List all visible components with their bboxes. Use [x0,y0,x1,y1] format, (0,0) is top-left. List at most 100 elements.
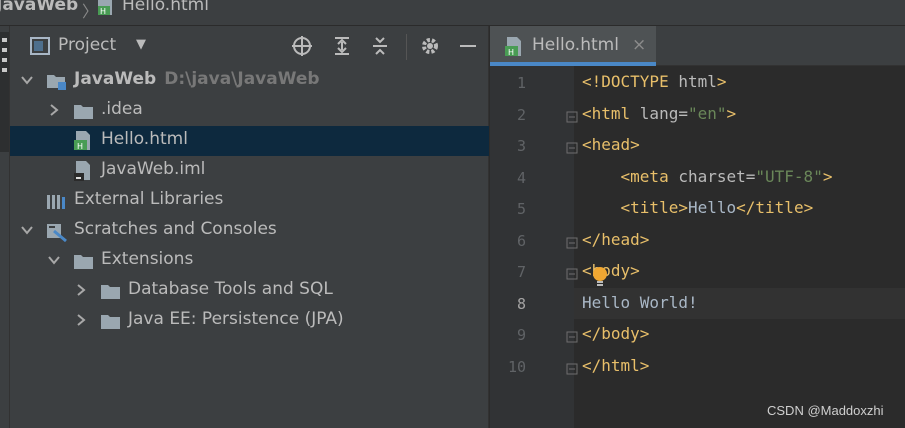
code-line[interactable]: Hello World! [582,293,698,312]
code-line[interactable]: </html> [582,356,649,375]
tree-item-external-libraries[interactable]: External Libraries [10,186,489,216]
line-number: 5 [516,200,526,218]
code-token: html [678,72,717,91]
lightbulb-icon[interactable] [591,266,609,288]
code-line[interactable]: <head> [582,135,640,154]
folder-icon [73,253,93,269]
code-line[interactable]: </body> [582,324,649,343]
fold-marker-icon[interactable] [566,363,578,375]
code-line[interactable]: </head> [582,230,649,249]
tree-item-label: JavaWeb.iml [101,159,206,179]
tree-item-label: Extensions [101,249,194,269]
tree-item-javaweb[interactable]: JavaWeb D:\java\JavaWeb [10,66,489,96]
chevron-down-icon[interactable] [20,223,34,237]
tree-item-scratches[interactable]: Scratches and Consoles [10,216,489,246]
chevron-down-icon[interactable] [20,73,34,87]
toolbar-divider [406,34,407,60]
watermark: CSDN @Maddoxzhi [767,403,884,418]
chevron-right-icon[interactable] [74,313,88,327]
code-token: </html> [582,355,650,375]
line-number: 1 [516,74,526,92]
project-panel-header: Project ▼ [10,26,489,66]
fold-marker-icon[interactable] [566,111,578,123]
chevron-down-icon[interactable] [47,253,61,267]
code-token: > [822,166,833,186]
breadcrumb-project[interactable]: JavaWeb [0,0,78,15]
code-line[interactable]: <!DOCTYPE html> [582,72,727,91]
tree-item-extensions[interactable]: Extensions [10,246,489,276]
folder-icon [73,103,93,119]
tree-item-java-ee-persistence[interactable]: Java EE: Persistence (JPA) [10,306,489,336]
fold-marker-icon[interactable] [566,142,578,154]
code-token: <!DOCTYPE [582,72,679,91]
code-token: <html [582,103,640,123]
chevron-right-icon[interactable] [47,103,61,117]
code-token: > [726,103,737,123]
tree-item-label: .idea [101,99,143,119]
line-number: 2 [516,105,526,124]
code-token: Hello World! [582,292,698,312]
code-token: </title> [736,198,814,217]
html-file-icon: H [73,131,93,151]
code-token: Hello [687,198,737,217]
code-token: <head> [582,135,640,154]
chevron-right-icon[interactable] [74,283,88,297]
libraries-icon [46,193,66,209]
tree-item-hello-html[interactable]: H Hello.html [10,126,489,156]
code-token: charset= [678,166,756,186]
chevron-down-icon[interactable]: ▼ [136,37,146,52]
project-panel: Project ▼ JavaWeb D:\java\JavaWeb .idea … [10,26,489,428]
code-token: <meta [620,166,679,186]
close-icon[interactable]: × [632,35,646,55]
expand-all-icon[interactable] [330,35,354,59]
html-file-icon: H [97,0,117,16]
folder-icon [100,283,120,299]
code-token: "UTF-8" [755,166,823,186]
html-file-icon: H [504,37,524,57]
tab-label: Hello.html [532,35,619,55]
fold-marker-icon[interactable] [566,237,578,249]
line-number: 7 [516,263,526,281]
folder-icon [100,313,120,329]
minimize-icon[interactable] [456,35,480,59]
tree-item-label: Database Tools and SQL [128,279,333,299]
tree-item-label: Scratches and Consoles [74,219,277,239]
module-folder-icon [46,73,66,90]
tree-item-idea[interactable]: .idea [10,96,489,126]
tree-item-label: External Libraries [74,189,224,209]
navigation-bar: JavaWeb 〉 H Hello.html [0,0,905,26]
code-token: <title> [620,198,688,217]
fold-marker-icon[interactable] [566,331,578,343]
line-number: 9 [516,326,526,344]
fold-marker-icon[interactable] [566,268,578,280]
code-line[interactable]: <html lang="en"> [582,104,736,123]
tree-item-label: JavaWeb D:\java\JavaWeb [74,69,320,89]
editor-tab-bar: H Hello.html × [490,26,905,66]
tree-item-javaweb-iml[interactable]: JavaWeb.iml [10,156,489,186]
project-path: D:\java\JavaWeb [164,69,320,89]
tree-item-label: Java EE: Persistence (JPA) [128,309,344,329]
line-number: 8 [516,294,526,313]
code-line[interactable]: <title>Hello</title> [582,198,814,217]
iml-file-icon [73,161,93,181]
breadcrumb-separator: 〉 [82,2,99,21]
code-line[interactable]: <meta charset="UTF-8"> [582,166,833,186]
target-icon[interactable] [290,35,314,59]
line-number: 3 [516,137,526,155]
line-number: 6 [516,231,526,250]
tree-item-label: Hello.html [101,129,188,149]
code-token: </head> [582,229,650,249]
project-tool-window-tab[interactable] [0,32,9,152]
collapse-all-icon[interactable] [368,35,392,59]
tab-hello-html[interactable]: H Hello.html × [490,26,656,66]
project-view-icon [30,37,50,55]
code-token: </body> [582,324,650,343]
svg-text:H: H [508,48,514,57]
scratches-icon [46,223,67,243]
gear-icon[interactable] [418,35,442,59]
project-view-title[interactable]: Project [58,35,116,55]
tree-item-database-tools[interactable]: Database Tools and SQL [10,276,489,306]
breadcrumb-file[interactable]: Hello.html [122,0,209,15]
